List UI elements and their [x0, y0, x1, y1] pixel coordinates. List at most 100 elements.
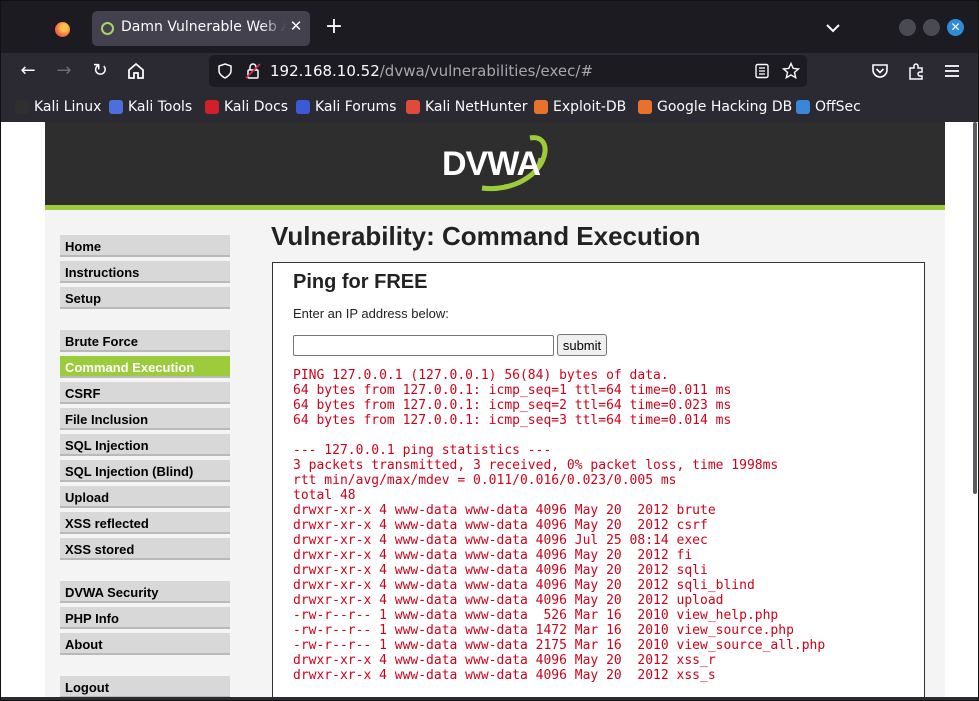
menu-item[interactable]: Instructions	[60, 261, 230, 283]
menu-item[interactable]: XSS stored	[60, 538, 230, 560]
bookmark-item[interactable]: Kali NetHunter	[406, 97, 527, 117]
output-line: drwxr-xr-x 4 www-data www-data 4096 May …	[293, 593, 724, 608]
output-line: 3 packets transmitted, 3 received, 0% pa…	[293, 458, 779, 473]
output-line: PING 127.0.0.1 (127.0.0.1) 56(84) bytes …	[293, 368, 669, 383]
pocket-icon[interactable]	[869, 60, 891, 82]
menu-item[interactable]: SQL Injection (Blind)	[60, 460, 230, 482]
submit-button[interactable]: submit	[557, 334, 607, 356]
output-line: -rw-r--r-- 1 www-data www-data 1472 Mar …	[293, 623, 794, 638]
bookmark-item[interactable]: Kali Docs	[205, 97, 288, 117]
bookmark-label: OffSec	[815, 99, 861, 115]
firefox-icon	[55, 22, 70, 37]
shield-icon[interactable]	[217, 63, 233, 79]
page-title: Vulnerability: Command Execution	[271, 221, 701, 251]
kali-forums-icon	[296, 100, 310, 114]
bookmarks-toolbar: Kali Linux Kali Tools Kali Docs Kali Forums…	[1, 90, 978, 122]
output-line: drwxr-xr-x 4 www-data www-data 4096 May …	[293, 518, 708, 533]
bookmark-item[interactable]: Kali Tools	[109, 97, 192, 117]
kali-dragon-icon	[15, 100, 29, 114]
close-window-icon[interactable]: ✕	[947, 19, 964, 36]
menu-item[interactable]: Setup	[60, 287, 230, 309]
menu-item[interactable]: CSRF	[60, 382, 230, 404]
new-tab-icon[interactable]: +	[323, 16, 345, 40]
ip-address-input[interactable]	[293, 335, 554, 356]
dvwa-logo-text: DVWA	[442, 145, 541, 183]
menu-item[interactable]: Upload	[60, 486, 230, 508]
minimize-window-icon[interactable]	[899, 19, 916, 36]
forward-arrow-icon[interactable]: →	[53, 60, 75, 82]
chevron-down-icon[interactable]	[824, 19, 842, 37]
back-arrow-icon[interactable]: ←	[17, 60, 39, 82]
nethunter-icon	[406, 100, 420, 114]
output-line: --- 127.0.0.1 ping statistics ---	[293, 443, 552, 458]
output-line: -rw-r--r-- 1 www-data www-data 526 Mar 1…	[293, 608, 779, 623]
hamburger-menu-icon[interactable]	[941, 60, 963, 82]
tab-dvwa[interactable]: Damn Vulnerable Web App (DVWA) ✕	[92, 11, 310, 46]
output-line: rtt min/avg/max/mdev = 0.011/0.016/0.023…	[293, 473, 677, 488]
output-line: drwxr-xr-x 4 www-data www-data 4096 May …	[293, 503, 716, 518]
bookmark-label: Kali Tools	[128, 99, 193, 115]
bookmark-label: Kali Forums	[315, 99, 397, 115]
bookmark-label: Kali Docs	[224, 99, 289, 115]
bookmark-item[interactable]: Exploit-DB	[534, 97, 626, 117]
menu-item[interactable]: Brute Force	[60, 330, 230, 352]
bookmark-item[interactable]: Kali Linux	[15, 97, 101, 117]
menu-item[interactable]: About	[60, 633, 230, 655]
tab-favicon-icon	[101, 22, 114, 35]
bookmark-item[interactable]: Kali Forums	[296, 97, 396, 117]
output-line: drwxr-xr-x 4 www-data www-data 4096 May …	[293, 578, 755, 593]
close-tab-icon[interactable]: ✕	[288, 17, 304, 37]
command-output: PING 127.0.0.1 (127.0.0.1) 56(84) bytes …	[293, 368, 913, 683]
tab-title: Damn Vulnerable Web App (DVWA)	[121, 19, 286, 35]
reload-icon[interactable]: ↻	[89, 60, 111, 82]
bookmark-item[interactable]: OffSec	[796, 97, 861, 117]
output-line: drwxr-xr-x 4 www-data www-data 4096 Jul …	[293, 533, 708, 548]
bookmark-label: Google Hacking DB	[657, 99, 793, 115]
bookmark-label: Kali NetHunter	[425, 99, 528, 115]
menu-item[interactable]: DVWA Security	[60, 581, 230, 603]
reader-view-icon[interactable]	[754, 63, 770, 79]
url-text[interactable]: 192.168.10.52/dvwa/vulnerabilities/exec/…	[270, 62, 593, 80]
menu-item[interactable]: File Inclusion	[60, 408, 230, 430]
menu-item[interactable]: Home	[60, 235, 230, 257]
vulnerable-code-area: Ping for FREE Enter an IP address below:…	[272, 262, 925, 697]
box-heading: Ping for FREE	[293, 271, 428, 293]
output-line: 64 bytes from 127.0.0.1: icmp_seq=2 ttl=…	[293, 398, 732, 413]
url-path: /dvwa/vulnerabilities/exec/#	[379, 62, 594, 80]
extensions-icon[interactable]	[905, 60, 927, 82]
output-line: 64 bytes from 127.0.0.1: icmp_seq=1 ttl=…	[293, 383, 732, 398]
bookmark-item[interactable]: Google Hacking DB	[638, 97, 792, 117]
menu-item[interactable]: PHP Info	[60, 607, 230, 629]
menu-item[interactable]: Command Execution	[60, 356, 230, 378]
kali-tools-icon	[109, 100, 123, 114]
offsec-icon	[796, 100, 810, 114]
maximize-window-icon[interactable]	[923, 19, 940, 36]
firefox-menu-button[interactable]	[47, 15, 77, 43]
navigation-bar: ← → ↻ 192.168.10.52/dvwa/vulnerabilities…	[1, 53, 978, 89]
url-host: 192.168.10.52	[270, 62, 380, 80]
menu-item[interactable]: Logout	[60, 676, 230, 697]
exploit-db-icon	[534, 100, 548, 114]
ghdb-icon	[638, 100, 652, 114]
dvwa-logo: DVWA	[442, 130, 552, 196]
menu-item[interactable]: SQL Injection	[60, 434, 230, 456]
bookmark-label: Exploit-DB	[553, 99, 627, 115]
ip-field-label: Enter an IP address below:	[293, 306, 449, 321]
bookmark-label: Kali Linux	[34, 99, 102, 115]
output-line: total 48	[293, 488, 356, 503]
home-icon[interactable]	[125, 60, 147, 82]
scrollbar-thumb[interactable]	[973, 122, 977, 494]
insecure-lock-icon[interactable]	[245, 63, 261, 79]
output-line: drwxr-xr-x 4 www-data www-data 4096 May …	[293, 563, 708, 578]
output-line: drwxr-xr-x 4 www-data www-data 4096 May …	[293, 653, 716, 668]
output-line: drwxr-xr-x 4 www-data www-data 4096 May …	[293, 548, 693, 563]
page-scrollbar[interactable]	[971, 122, 978, 697]
output-line: 64 bytes from 127.0.0.1: icmp_seq=3 ttl=…	[293, 413, 732, 428]
url-bar[interactable]: 192.168.10.52/dvwa/vulnerabilities/exec/…	[209, 55, 807, 87]
menu-item[interactable]: XSS reflected	[60, 512, 230, 534]
dvwa-header: DVWA	[45, 122, 945, 205]
page-content: DVWA Home Instructions Setup Brute Force Com…	[1, 122, 971, 697]
bookmark-star-icon[interactable]	[782, 62, 800, 80]
tab-bar: Damn Vulnerable Web App (DVWA) ✕ + ✕	[1, 1, 978, 53]
